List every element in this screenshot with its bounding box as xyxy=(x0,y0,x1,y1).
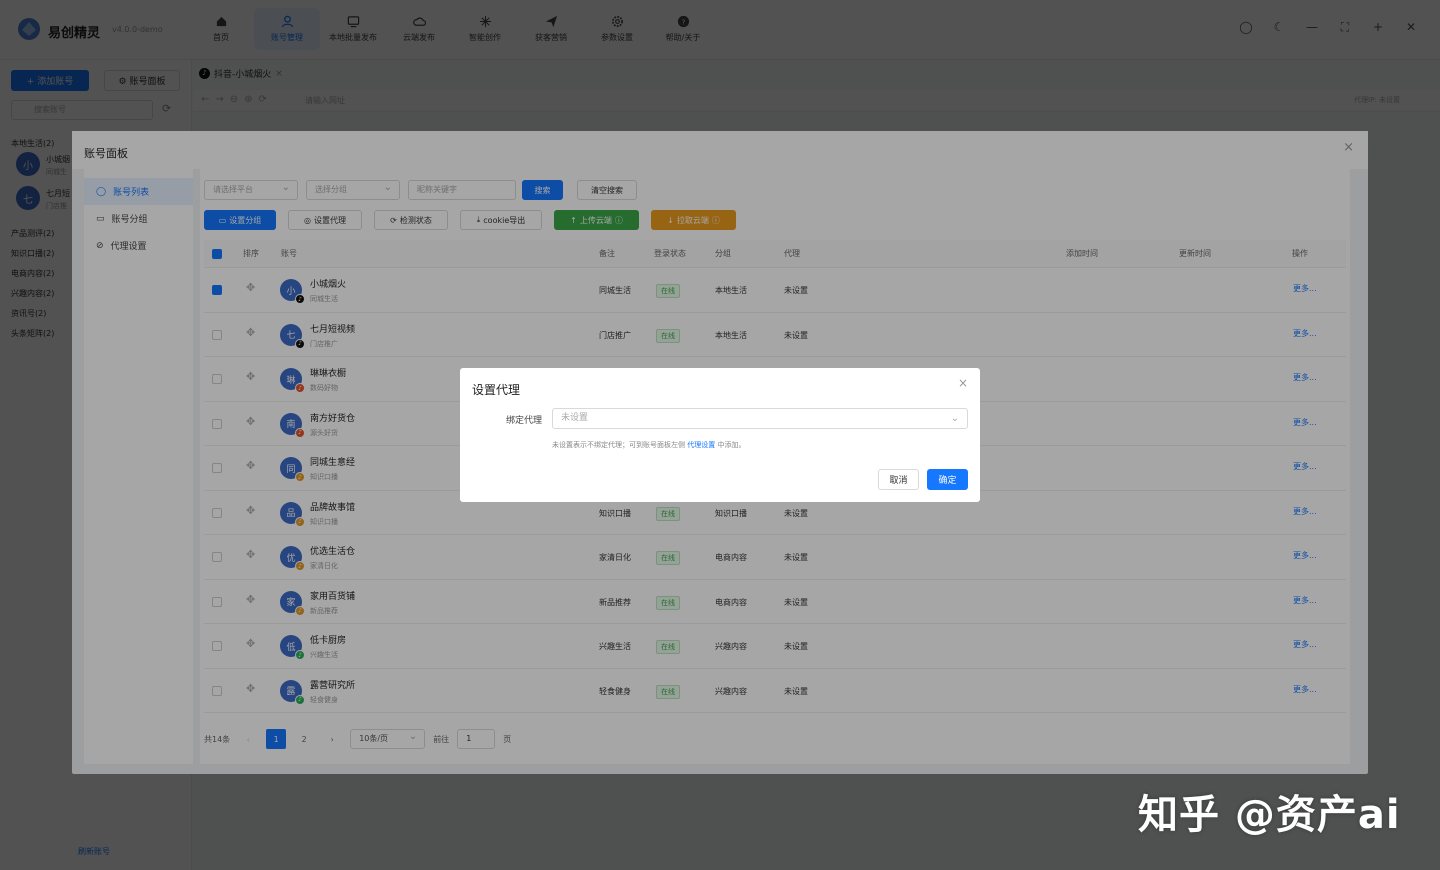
proxy-select-value: 未设置 xyxy=(561,413,589,423)
chevron-down-icon: ⌄ xyxy=(950,413,959,424)
modal-title: 设置代理 xyxy=(472,383,521,397)
hint-text: 未设置表示不绑定代理；可到账号面板左侧 xyxy=(552,441,685,449)
modal-hint: 未设置表示不绑定代理；可到账号面板左侧 代理设置 中添加。 xyxy=(552,440,745,450)
confirm-button[interactable]: 确定 xyxy=(927,469,968,490)
set-proxy-modal: 设置代理 × 绑定代理 未设置 ⌄ 未设置表示不绑定代理；可到账号面板左侧 代理… xyxy=(460,368,980,502)
bind-proxy-label: 绑定代理 xyxy=(506,416,543,426)
proxy-settings-link[interactable]: 代理设置 xyxy=(687,441,715,449)
proxy-select[interactable]: 未设置 ⌄ xyxy=(552,408,968,429)
cancel-button[interactable]: 取消 xyxy=(878,469,919,490)
modal-close-icon[interactable]: × xyxy=(958,376,968,390)
hint-text-end: 中添加。 xyxy=(717,441,746,449)
watermark: 知乎 @资产ai xyxy=(1138,792,1401,838)
